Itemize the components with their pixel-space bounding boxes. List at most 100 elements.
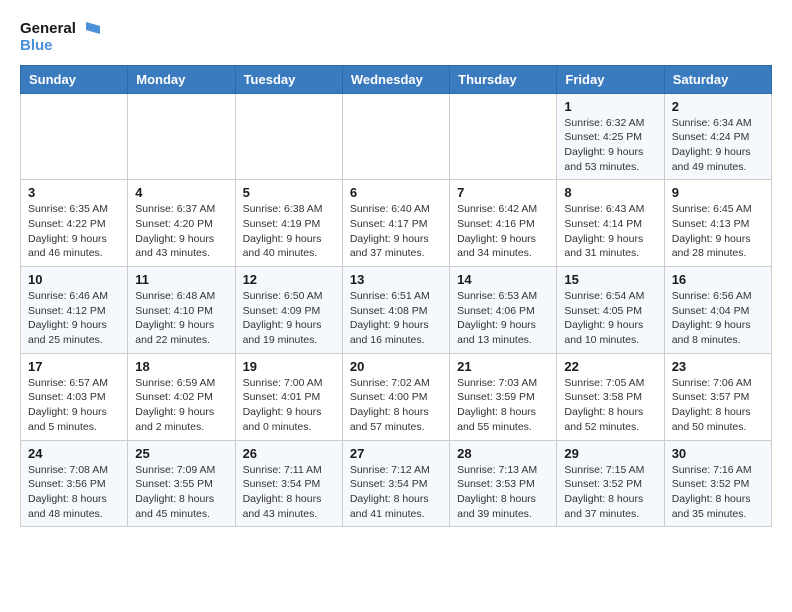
calendar-cell: 10 Sunrise: 6:46 AM Sunset: 4:12 PM Dayli…	[21, 267, 128, 354]
day-info: Sunrise: 7:08 AM Sunset: 3:56 PM Dayligh…	[28, 463, 120, 522]
day-info: Sunrise: 7:06 AM Sunset: 3:57 PM Dayligh…	[672, 376, 764, 435]
day-info: Sunrise: 7:11 AM Sunset: 3:54 PM Dayligh…	[243, 463, 335, 522]
day-number: 23	[672, 359, 764, 374]
calendar-week-row: 17 Sunrise: 6:57 AM Sunset: 4:03 PM Dayli…	[21, 353, 772, 440]
day-info: Sunrise: 7:03 AM Sunset: 3:59 PM Dayligh…	[457, 376, 549, 435]
day-info: Sunrise: 6:56 AM Sunset: 4:04 PM Dayligh…	[672, 289, 764, 348]
day-number: 29	[564, 446, 656, 461]
calendar-cell	[21, 93, 128, 180]
calendar-cell: 1Sunrise: 6:32 AM Sunset: 4:25 PM Daylig…	[557, 93, 664, 180]
day-info: Sunrise: 7:02 AM Sunset: 4:00 PM Dayligh…	[350, 376, 442, 435]
day-info: Sunrise: 6:57 AM Sunset: 4:03 PM Dayligh…	[28, 376, 120, 435]
calendar-cell: 19Sunrise: 7:00 AM Sunset: 4:01 PM Dayli…	[235, 353, 342, 440]
day-info: Sunrise: 6:37 AM Sunset: 4:20 PM Dayligh…	[135, 202, 227, 261]
calendar-cell	[450, 93, 557, 180]
calendar-cell: 7 Sunrise: 6:42 AM Sunset: 4:16 PM Daylig…	[450, 180, 557, 267]
calendar-cell: 4 Sunrise: 6:37 AM Sunset: 4:20 PM Daylig…	[128, 180, 235, 267]
calendar-cell: 30Sunrise: 7:16 AM Sunset: 3:52 PM Dayli…	[664, 440, 771, 527]
day-info: Sunrise: 7:09 AM Sunset: 3:55 PM Dayligh…	[135, 463, 227, 522]
calendar-cell: 18Sunrise: 6:59 AM Sunset: 4:02 PM Dayli…	[128, 353, 235, 440]
day-number: 8	[564, 185, 656, 200]
calendar-table: SundayMondayTuesdayWednesdayThursdayFrid…	[20, 65, 772, 528]
day-info: Sunrise: 7:05 AM Sunset: 3:58 PM Dayligh…	[564, 376, 656, 435]
day-number: 13	[350, 272, 442, 287]
calendar-cell: 26 Sunrise: 7:11 AM Sunset: 3:54 PM Dayli…	[235, 440, 342, 527]
day-number: 6	[350, 185, 442, 200]
day-info: Sunrise: 6:38 AM Sunset: 4:19 PM Dayligh…	[243, 202, 335, 261]
calendar-cell: 22 Sunrise: 7:05 AM Sunset: 3:58 PM Dayli…	[557, 353, 664, 440]
day-number: 5	[243, 185, 335, 200]
calendar-week-row: 1Sunrise: 6:32 AM Sunset: 4:25 PM Daylig…	[21, 93, 772, 180]
calendar-cell: 28 Sunrise: 7:13 AM Sunset: 3:53 PM Dayli…	[450, 440, 557, 527]
day-number: 11	[135, 272, 227, 287]
day-info: Sunrise: 6:54 AM Sunset: 4:05 PM Dayligh…	[564, 289, 656, 348]
day-number: 28	[457, 446, 549, 461]
day-info: Sunrise: 6:53 AM Sunset: 4:06 PM Dayligh…	[457, 289, 549, 348]
weekday-header-monday: Monday	[128, 65, 235, 93]
logo-text-general: General	[20, 21, 76, 38]
day-number: 25	[135, 446, 227, 461]
calendar-cell: 24 Sunrise: 7:08 AM Sunset: 3:56 PM Dayli…	[21, 440, 128, 527]
weekday-header-friday: Friday	[557, 65, 664, 93]
calendar-week-row: 24 Sunrise: 7:08 AM Sunset: 3:56 PM Dayli…	[21, 440, 772, 527]
day-number: 7	[457, 185, 549, 200]
calendar-cell: 27 Sunrise: 7:12 AM Sunset: 3:54 PM Dayli…	[342, 440, 449, 527]
weekday-header-tuesday: Tuesday	[235, 65, 342, 93]
calendar-cell: 6Sunrise: 6:40 AM Sunset: 4:17 PM Daylig…	[342, 180, 449, 267]
calendar-cell: 12 Sunrise: 6:50 AM Sunset: 4:09 PM Dayli…	[235, 267, 342, 354]
day-number: 17	[28, 359, 120, 374]
day-info: Sunrise: 6:35 AM Sunset: 4:22 PM Dayligh…	[28, 202, 120, 261]
day-number: 9	[672, 185, 764, 200]
day-info: Sunrise: 6:34 AM Sunset: 4:24 PM Dayligh…	[672, 116, 764, 175]
weekday-header-thursday: Thursday	[450, 65, 557, 93]
weekday-header-row: SundayMondayTuesdayWednesdayThursdayFrid…	[21, 65, 772, 93]
day-number: 22	[564, 359, 656, 374]
weekday-header-wednesday: Wednesday	[342, 65, 449, 93]
day-number: 1	[564, 99, 656, 114]
calendar-cell	[128, 93, 235, 180]
calendar-cell	[342, 93, 449, 180]
day-number: 3	[28, 185, 120, 200]
day-number: 26	[243, 446, 335, 461]
calendar-cell: 17 Sunrise: 6:57 AM Sunset: 4:03 PM Dayli…	[21, 353, 128, 440]
day-number: 27	[350, 446, 442, 461]
calendar-week-row: 10 Sunrise: 6:46 AM Sunset: 4:12 PM Dayli…	[21, 267, 772, 354]
day-info: Sunrise: 6:46 AM Sunset: 4:12 PM Dayligh…	[28, 289, 120, 348]
weekday-header-saturday: Saturday	[664, 65, 771, 93]
calendar-cell	[235, 93, 342, 180]
calendar-cell: 25 Sunrise: 7:09 AM Sunset: 3:55 PM Dayli…	[128, 440, 235, 527]
logo-bird-icon	[78, 20, 100, 38]
day-number: 4	[135, 185, 227, 200]
day-number: 2	[672, 99, 764, 114]
day-number: 10	[28, 272, 120, 287]
day-number: 16	[672, 272, 764, 287]
day-info: Sunrise: 7:13 AM Sunset: 3:53 PM Dayligh…	[457, 463, 549, 522]
calendar-cell: 14 Sunrise: 6:53 AM Sunset: 4:06 PM Dayli…	[450, 267, 557, 354]
calendar-cell: 11 Sunrise: 6:48 AM Sunset: 4:10 PM Dayli…	[128, 267, 235, 354]
calendar-cell: 2 Sunrise: 6:34 AM Sunset: 4:24 PM Daylig…	[664, 93, 771, 180]
calendar-cell: 8 Sunrise: 6:43 AM Sunset: 4:14 PM Daylig…	[557, 180, 664, 267]
calendar-cell: 13Sunrise: 6:51 AM Sunset: 4:08 PM Dayli…	[342, 267, 449, 354]
calendar-cell: 21 Sunrise: 7:03 AM Sunset: 3:59 PM Dayli…	[450, 353, 557, 440]
day-number: 24	[28, 446, 120, 461]
day-info: Sunrise: 7:00 AM Sunset: 4:01 PM Dayligh…	[243, 376, 335, 435]
day-number: 20	[350, 359, 442, 374]
day-number: 14	[457, 272, 549, 287]
day-number: 12	[243, 272, 335, 287]
day-info: Sunrise: 6:45 AM Sunset: 4:13 PM Dayligh…	[672, 202, 764, 261]
day-info: Sunrise: 7:16 AM Sunset: 3:52 PM Dayligh…	[672, 463, 764, 522]
calendar-cell: 23 Sunrise: 7:06 AM Sunset: 3:57 PM Dayli…	[664, 353, 771, 440]
calendar-cell: 9 Sunrise: 6:45 AM Sunset: 4:13 PM Daylig…	[664, 180, 771, 267]
logo: General Blue	[20, 20, 100, 55]
calendar-week-row: 3 Sunrise: 6:35 AM Sunset: 4:22 PM Daylig…	[21, 180, 772, 267]
day-info: Sunrise: 6:50 AM Sunset: 4:09 PM Dayligh…	[243, 289, 335, 348]
day-info: Sunrise: 6:43 AM Sunset: 4:14 PM Dayligh…	[564, 202, 656, 261]
calendar-cell: 29Sunrise: 7:15 AM Sunset: 3:52 PM Dayli…	[557, 440, 664, 527]
calendar-cell: 16 Sunrise: 6:56 AM Sunset: 4:04 PM Dayli…	[664, 267, 771, 354]
day-info: Sunrise: 7:12 AM Sunset: 3:54 PM Dayligh…	[350, 463, 442, 522]
day-info: Sunrise: 6:42 AM Sunset: 4:16 PM Dayligh…	[457, 202, 549, 261]
calendar-cell: 15Sunrise: 6:54 AM Sunset: 4:05 PM Dayli…	[557, 267, 664, 354]
day-number: 21	[457, 359, 549, 374]
day-number: 18	[135, 359, 227, 374]
day-info: Sunrise: 6:48 AM Sunset: 4:10 PM Dayligh…	[135, 289, 227, 348]
